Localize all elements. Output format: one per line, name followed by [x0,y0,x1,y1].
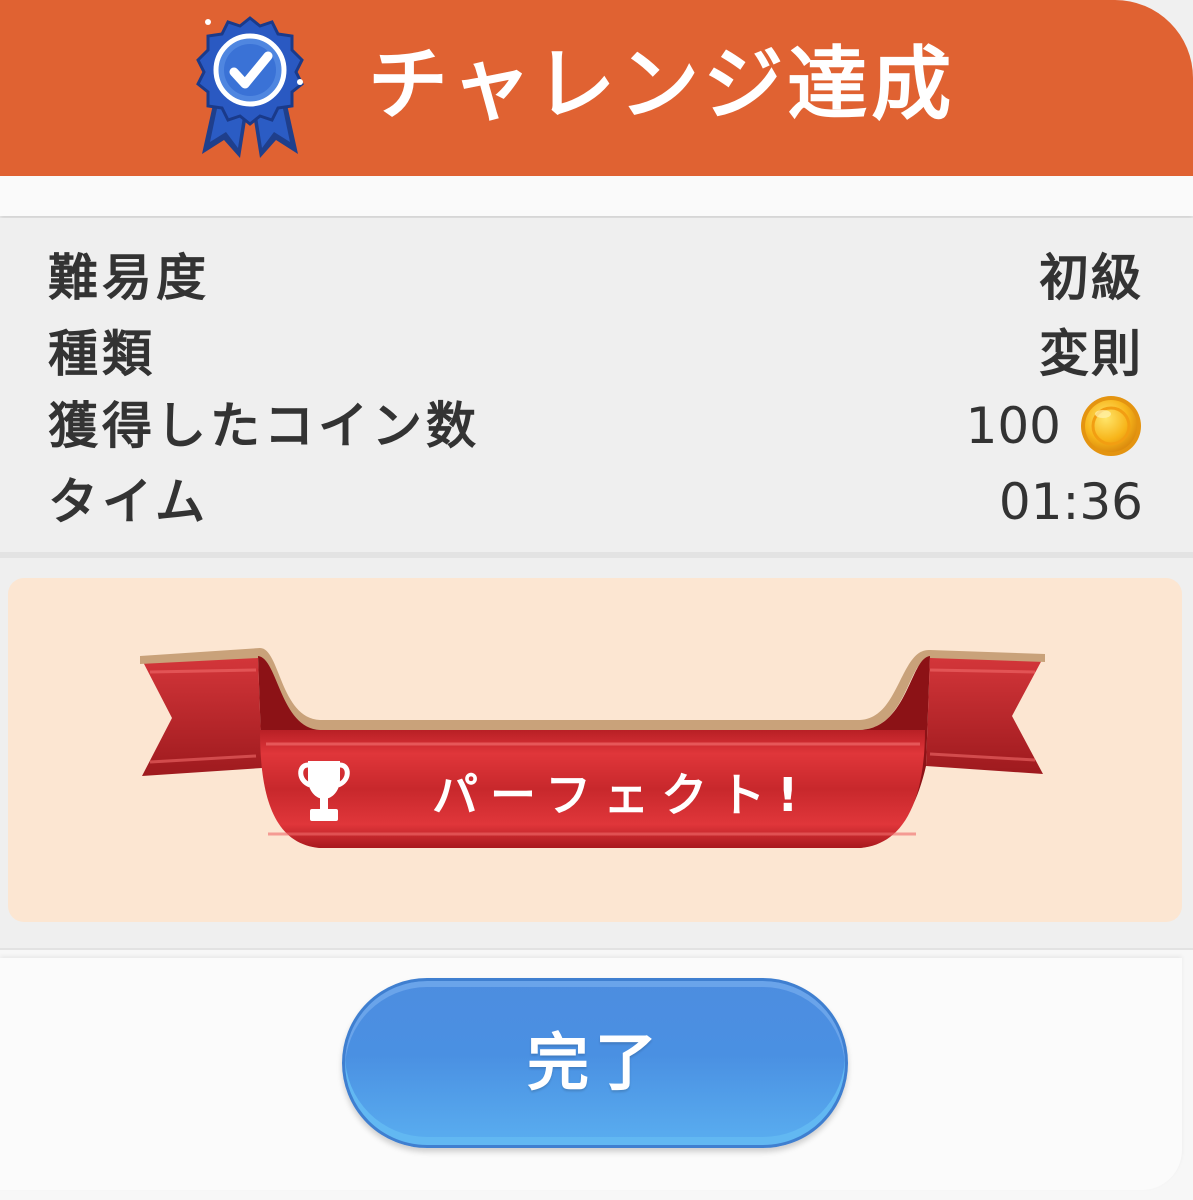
challenge-complete-screen: チャレンジ達成 難易度 初級 種類 変則 獲得したコイン数 100 タイム 01… [0,0,1193,1200]
stat-row-difficulty: 難易度 初級 [48,240,1143,316]
stat-row-time: タイム 01:36 [48,464,1143,540]
stat-label: 難易度 [48,249,210,307]
stat-row-coins: 獲得したコイン数 100 [48,388,1143,464]
stat-label: 種類 [48,325,156,383]
done-button[interactable]: 完了 [342,978,848,1148]
stat-value: 初級 [1039,249,1143,307]
award-badge-icon [196,16,304,158]
stats-panel: 難易度 初級 種類 変則 獲得したコイン数 100 タイム 01:36 [0,218,1193,554]
trophy-icon [298,761,350,821]
stat-value: 01:36 [998,473,1143,531]
header-divider-strip [0,176,1193,216]
stat-value: 100 [965,397,1061,455]
done-button-label: 完了 [526,1026,663,1099]
header-bar: チャレンジ達成 [0,0,1193,176]
header-title: チャレンジ達成 [368,38,956,131]
coin-value-group: 100 [966,388,1143,464]
stat-label: 獲得したコイン数 [48,397,480,455]
stat-label: タイム [48,473,209,531]
perfect-label: パーフェクト! [432,768,811,822]
stat-value: 変則 [1039,325,1143,383]
stat-row-type: 種類 変則 [48,316,1143,392]
coin-icon [1081,396,1141,456]
